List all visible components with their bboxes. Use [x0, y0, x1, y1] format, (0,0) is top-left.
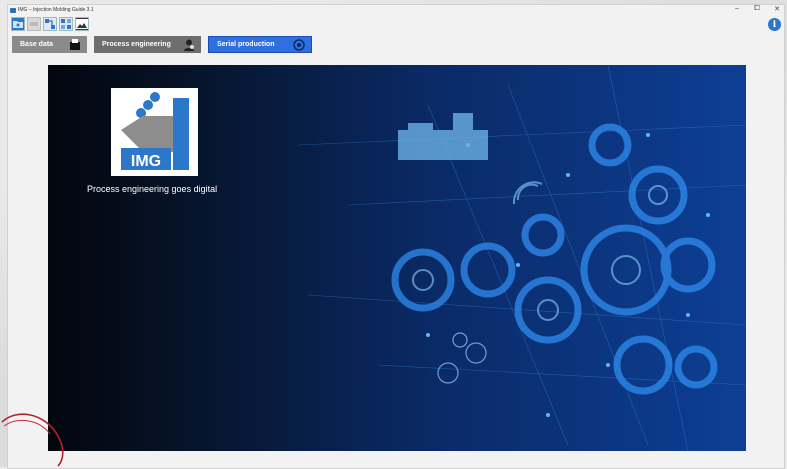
app-window: IMG – Injection Molding Guide 3.1 – ⧠ ✕ … — [7, 4, 785, 469]
logo-text: IMG — [131, 153, 161, 170]
tab-label: Base data — [20, 41, 54, 48]
tab-process-engineering[interactable]: Process engineering — [94, 36, 201, 53]
main-tabs: Base data Process engineering Serial pro… — [12, 36, 312, 53]
banner-tagline: Process engineering goes digital — [87, 184, 218, 194]
tab-label: Process engineering — [102, 41, 171, 48]
grid-icon[interactable] — [59, 17, 73, 31]
disabled-icon[interactable] — [27, 17, 41, 31]
hero-banner: IMG Process engineering goes digital — [48, 65, 746, 451]
scribble-decoration — [1, 413, 64, 467]
info-icon[interactable]: i — [768, 18, 781, 31]
minimize-button[interactable]: – — [732, 5, 742, 13]
toolbar — [11, 17, 89, 31]
img-logo: IMG — [111, 88, 198, 176]
tab-base-data[interactable]: Base data — [12, 36, 87, 53]
maximize-button[interactable]: ⧠ — [752, 5, 762, 13]
window-controls: – ⧠ ✕ — [732, 5, 782, 13]
tab-serial-production[interactable]: Serial production — [208, 36, 312, 53]
app-icon — [10, 7, 16, 13]
network-icon[interactable] — [43, 17, 57, 31]
open-folder-icon[interactable] — [11, 17, 25, 31]
engineer-icon — [183, 39, 195, 51]
close-button[interactable]: ✕ — [772, 5, 782, 13]
cycle-icon — [293, 38, 305, 51]
tab-label: Serial production — [217, 41, 275, 48]
title-bar: IMG – Injection Molding Guide 3.1 – ⧠ ✕ — [8, 5, 784, 15]
window-title: IMG – Injection Molding Guide 3.1 — [18, 7, 94, 13]
image-icon[interactable] — [75, 17, 89, 31]
database-icon — [69, 39, 81, 51]
